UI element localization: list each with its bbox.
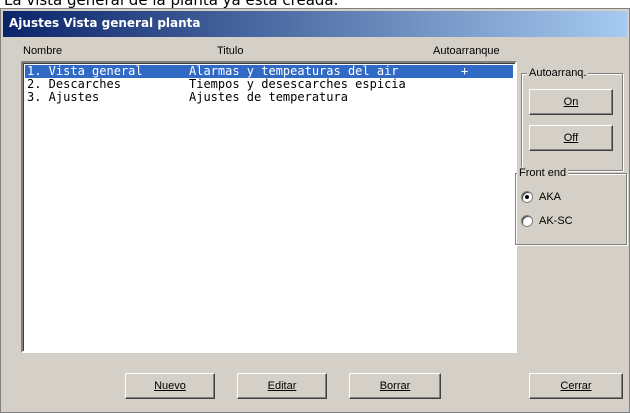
off-button[interactable]: Off: [529, 125, 613, 151]
radio-aka[interactable]: AKA: [521, 191, 561, 203]
nuevo-button[interactable]: Nuevo: [125, 373, 215, 399]
borrar-button-label: Borrar: [379, 380, 411, 392]
off-button-label: Off: [563, 132, 579, 144]
on-button-label: On: [563, 96, 579, 108]
autoarranq-group-label: Autoarranq.: [527, 67, 589, 79]
views-listbox[interactable]: 1. Vista general Alarmas y tempeaturas d…: [21, 61, 517, 353]
front-end-group: [515, 173, 627, 245]
editar-button-label: Editar: [267, 380, 297, 392]
cerrar-button[interactable]: Cerrar: [529, 373, 623, 399]
page-caption: La vista general de la planta ya está cr…: [0, 0, 630, 8]
autoarranq-group: [521, 73, 623, 171]
column-header-nombre: Nombre: [23, 45, 63, 57]
list-item-titulo: Ajustes de temperatura: [189, 90, 348, 104]
list-item-autoarranque: +: [461, 64, 469, 78]
on-button[interactable]: On: [529, 89, 613, 115]
borrar-button[interactable]: Borrar: [349, 373, 441, 399]
settings-dialog: Ajustes Vista general planta Nombre Titu…: [0, 8, 630, 413]
editar-button[interactable]: Editar: [237, 373, 327, 399]
nuevo-button-label: Nuevo: [154, 380, 186, 392]
radio-ak-sc-label: AK-SC: [539, 215, 573, 227]
column-header-autoarranque: Autoarranque: [433, 45, 500, 57]
list-item[interactable]: 3. Ajustes Ajustes de temperatura: [25, 91, 513, 104]
front-end-group-label: Front end: [517, 167, 569, 179]
list-item-nombre: 3. Ajustes: [27, 90, 100, 104]
dialog-title: Ajustes Vista general planta: [9, 16, 201, 30]
cerrar-button-label: Cerrar: [560, 380, 592, 392]
radio-ak-sc-indicator: [521, 215, 533, 227]
dialog-titlebar[interactable]: Ajustes Vista general planta: [3, 11, 627, 37]
radio-ak-sc[interactable]: AK-SC: [521, 215, 573, 227]
radio-aka-indicator: [521, 191, 533, 203]
radio-aka-label: AKA: [539, 191, 562, 203]
column-header-titulo: Titulo: [217, 45, 244, 57]
